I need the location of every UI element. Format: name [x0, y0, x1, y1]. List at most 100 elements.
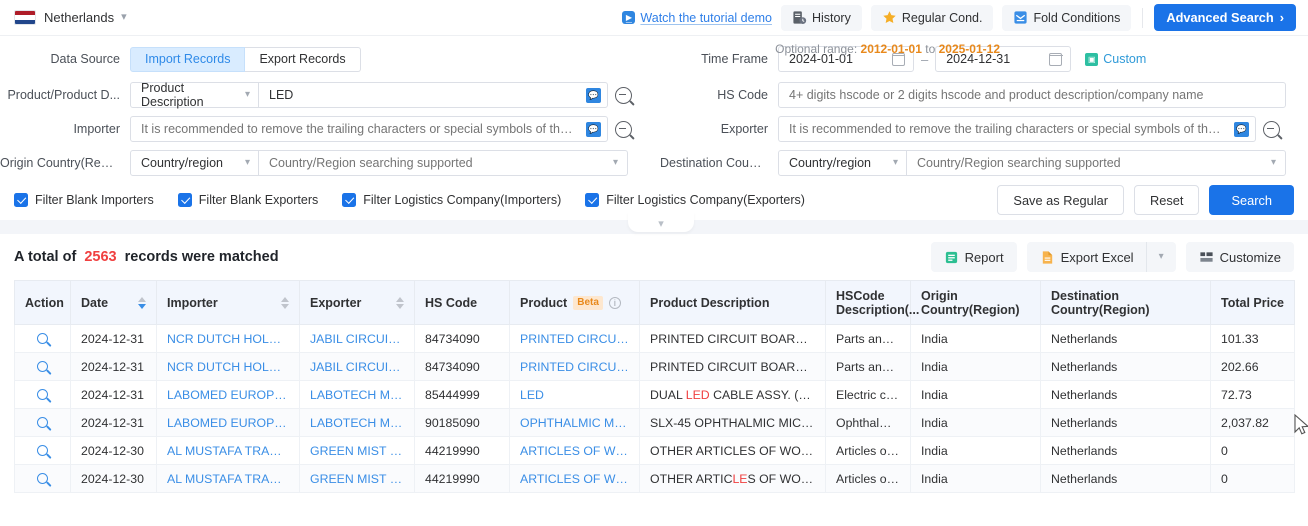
importer-input[interactable]: [131, 117, 586, 141]
checkbox-label: Filter Blank Importers: [35, 193, 154, 207]
row-detail-button[interactable]: [14, 464, 71, 493]
info-icon[interactable]: i: [608, 296, 621, 309]
export-excel-button[interactable]: Export Excel ▾: [1026, 242, 1176, 272]
checkbox-filter-logistics-exporters[interactable]: Filter Logistics Company(Exporters): [585, 193, 805, 207]
table-row[interactable]: 2024-12-31 LABOMED EUROPE B V LABOTECH MIC…: [14, 380, 1295, 409]
hs-code-input[interactable]: [779, 83, 1285, 107]
history-button[interactable]: History: [780, 4, 862, 31]
destination-country-type-select[interactable]: Country/region ▾: [779, 151, 907, 175]
cell-importer[interactable]: AL MUSTAFA TRADIN...: [156, 464, 300, 493]
translate-icon[interactable]: 💬: [586, 87, 601, 103]
origin-country-type-select[interactable]: Country/region ▾: [131, 151, 259, 175]
cell-importer[interactable]: NCR DUTCH HOLDIN...: [156, 352, 300, 381]
cell-product[interactable]: ARTICLES OF WOOD: [509, 436, 640, 465]
trade-data-search-page: Netherlands ▾ ▶ Watch the tutorial demo …: [0, 0, 1308, 526]
cell-hs-code: 90185090: [414, 408, 510, 437]
col-date[interactable]: Date: [70, 280, 157, 325]
save-as-regular-button[interactable]: Save as Regular: [997, 185, 1125, 215]
cell-origin-country: India: [910, 352, 1041, 381]
results-header: A total of 2563 records were matched Rep…: [0, 234, 1308, 280]
product-type-select[interactable]: Product Description ▾: [131, 81, 259, 109]
cell-total-price: 101.33: [1210, 324, 1295, 353]
origin-country-input[interactable]: [259, 151, 613, 175]
cell-exporter[interactable]: LABOTECH MICROS...: [299, 408, 415, 437]
row-origin-destination: Origin Country(Regi... Country/region ▾ …: [0, 146, 1308, 180]
cell-exporter[interactable]: JABIL CIRCUIT INDI...: [299, 352, 415, 381]
cell-exporter[interactable]: GREEN MIST ENTE...: [299, 436, 415, 465]
search-assist-icon[interactable]: [615, 120, 632, 138]
cell-exporter[interactable]: JABIL CIRCUIT INDI...: [299, 324, 415, 353]
col-label: Total Price: [1221, 295, 1284, 310]
row-datasource-timeframe: Data Source Import Records Export Record…: [0, 40, 1308, 78]
product-field: Product Description ▾ LED 💬: [130, 81, 608, 109]
magnifier-icon[interactable]: [37, 444, 48, 456]
checkbox-filter-logistics-importers[interactable]: Filter Logistics Company(Importers): [342, 193, 561, 207]
row-detail-button[interactable]: [14, 324, 71, 353]
search-assist-icon[interactable]: [615, 86, 632, 104]
product-search-input[interactable]: LED: [259, 88, 586, 102]
cell-exporter[interactable]: LABOTECH MICROS...: [299, 380, 415, 409]
magnifier-icon[interactable]: [37, 472, 48, 484]
table-row[interactable]: 2024-12-31 NCR DUTCH HOLDIN... JABIL CIRCU…: [14, 352, 1295, 381]
optional-range-label: Optional range:: [775, 42, 858, 56]
search-assist-icon[interactable]: [1263, 120, 1280, 138]
watch-tutorial-demo-link[interactable]: ▶ Watch the tutorial demo: [622, 11, 772, 25]
export-excel-dropdown[interactable]: ▾: [1145, 242, 1176, 272]
table-row[interactable]: 2024-12-30 AL MUSTAFA TRADIN... GREEN MIST…: [14, 436, 1295, 465]
cell-importer[interactable]: LABOMED EUROPE B V: [156, 380, 300, 409]
table-row[interactable]: 2024-12-31 NCR DUTCH HOLDIN... JABIL CIRCU…: [14, 324, 1295, 353]
checkbox-filter-blank-exporters[interactable]: Filter Blank Exporters: [177, 193, 319, 207]
cell-importer[interactable]: AL MUSTAFA TRADIN...: [156, 436, 300, 465]
checkbox-filter-blank-importers[interactable]: Filter Blank Importers: [14, 193, 154, 207]
translate-icon[interactable]: 💬: [586, 121, 601, 137]
destination-country-input[interactable]: [907, 151, 1271, 175]
exporter-input[interactable]: [779, 117, 1234, 141]
advanced-search-button[interactable]: Advanced Search ›: [1154, 4, 1296, 31]
custom-range-button[interactable]: ▣ Custom: [1085, 52, 1146, 66]
cell-product[interactable]: OPHTHALMIC MICR...: [509, 408, 640, 437]
magnifier-icon[interactable]: [37, 388, 48, 400]
sort-toggle-importer[interactable]: [281, 296, 289, 309]
cell-product[interactable]: PRINTED CIRCUIT B...: [509, 324, 640, 353]
customize-button[interactable]: Customize: [1185, 242, 1294, 272]
destination-country-label: Destination Countr...: [660, 156, 774, 170]
magnifier-icon[interactable]: [37, 332, 48, 344]
col-exporter[interactable]: Exporter: [299, 280, 415, 325]
cell-importer[interactable]: NCR DUTCH HOLDIN...: [156, 324, 300, 353]
customize-columns-icon: [1199, 251, 1213, 262]
cell-product[interactable]: ARTICLES OF WOOD: [509, 464, 640, 493]
sort-toggle-exporter[interactable]: [396, 296, 404, 309]
cell-product[interactable]: PRINTED CIRCUIT B...: [509, 352, 640, 381]
collapse-panel-toggle[interactable]: ▾: [628, 212, 694, 232]
col-importer[interactable]: Importer: [156, 280, 300, 325]
tab-import-records[interactable]: Import Records: [130, 46, 246, 72]
row-detail-button[interactable]: [14, 380, 71, 409]
translate-icon[interactable]: 💬: [1234, 121, 1249, 137]
table-row[interactable]: 2024-12-31 LABOMED EUROPE B V LABOTECH MIC…: [14, 408, 1295, 437]
cell-product[interactable]: LED: [509, 380, 640, 409]
chevron-down-icon[interactable]: ▾: [613, 158, 627, 168]
sort-toggle-date[interactable]: [138, 296, 146, 309]
regular-cond-button[interactable]: Regular Cond.: [870, 4, 994, 31]
search-button[interactable]: Search: [1209, 185, 1294, 215]
row-detail-button[interactable]: [14, 352, 71, 381]
report-button[interactable]: Report: [930, 242, 1017, 272]
fold-conditions-button[interactable]: Fold Conditions: [1002, 4, 1132, 31]
checkbox-label: Filter Logistics Company(Importers): [363, 193, 562, 207]
checkbox-label: Filter Blank Exporters: [198, 193, 319, 207]
panel-fold-strip: ▾: [0, 212, 1308, 234]
chevron-down-icon[interactable]: ▾: [121, 12, 127, 23]
origin-country-field: Country/region ▾ ▾: [130, 150, 628, 176]
magnifier-icon[interactable]: [37, 360, 48, 372]
row-detail-button[interactable]: [14, 436, 71, 465]
cell-exporter[interactable]: GREEN MIST ENTE...: [299, 464, 415, 493]
row-detail-button[interactable]: [14, 408, 71, 437]
cell-importer[interactable]: LABOMED EUROPE B V: [156, 408, 300, 437]
reset-button[interactable]: Reset: [1134, 185, 1200, 215]
tab-export-records[interactable]: Export Records: [245, 46, 361, 72]
magnifier-icon[interactable]: [37, 416, 48, 428]
col-label: Product: [520, 295, 568, 310]
chevron-down-icon[interactable]: ▾: [1271, 158, 1285, 168]
table-row[interactable]: 2024-12-30 AL MUSTAFA TRADIN... GREEN MIST…: [14, 464, 1295, 493]
top-bar-actions: ▶ Watch the tutorial demo History Regula…: [622, 4, 1296, 31]
